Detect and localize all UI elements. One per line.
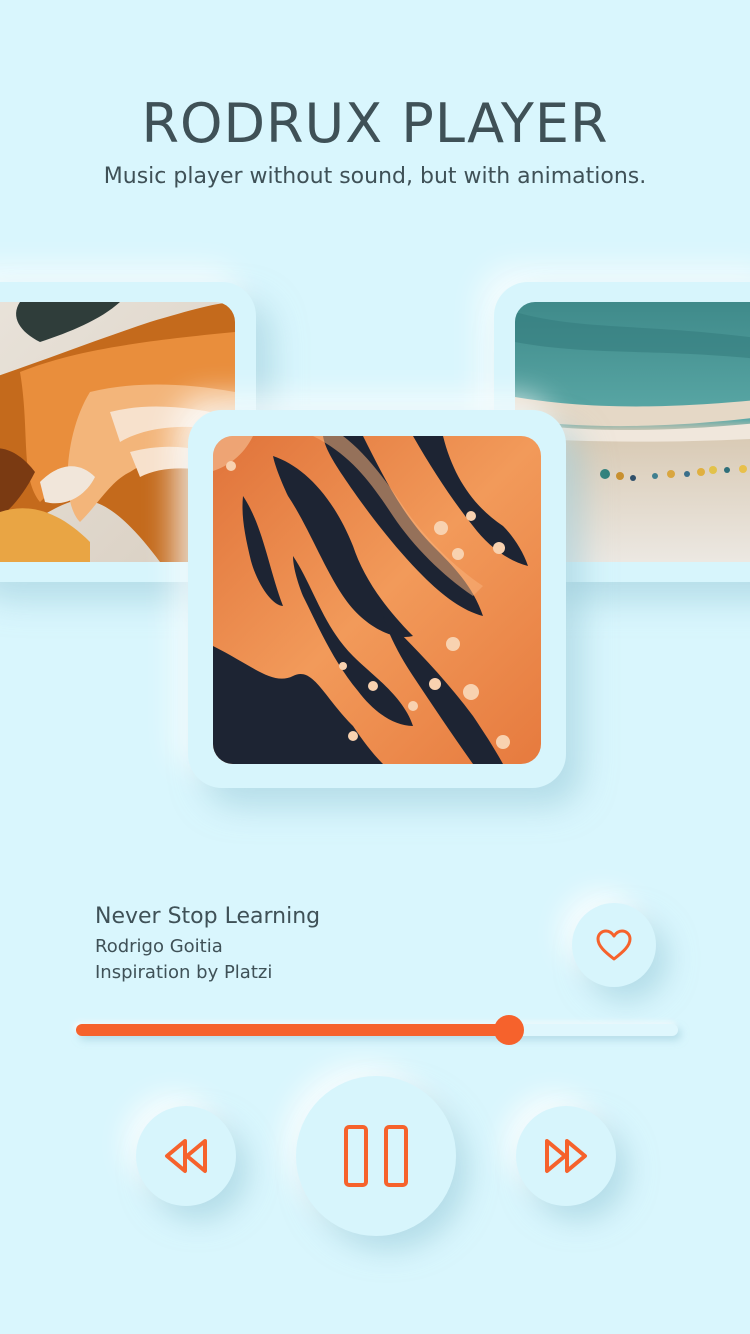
progress-thumb[interactable]	[494, 1015, 525, 1045]
player-screen: RODRUX PLAYER Music player without sound…	[0, 0, 750, 1334]
rewind-button[interactable]	[136, 1106, 236, 1206]
album-art-current	[213, 436, 541, 764]
like-button[interactable]	[572, 903, 656, 987]
pause-button[interactable]	[296, 1076, 456, 1236]
heart-icon	[596, 929, 632, 961]
track-artist: Rodrigo Goitia	[95, 936, 223, 957]
album-card-current[interactable]	[188, 410, 566, 788]
track-title: Never Stop Learning	[95, 904, 321, 929]
progress-bar[interactable]	[76, 1015, 678, 1045]
app-subtitle: Music player without sound, but with ani…	[103, 164, 647, 189]
fast-forward-icon	[545, 1139, 587, 1173]
fast-forward-button[interactable]	[516, 1106, 616, 1206]
track-album: Inspiration by Platzi	[95, 962, 273, 983]
app-title: RODRUX PLAYER	[141, 92, 609, 155]
pause-icon	[344, 1125, 408, 1187]
rewind-icon	[165, 1139, 207, 1173]
progress-fill	[76, 1024, 510, 1036]
